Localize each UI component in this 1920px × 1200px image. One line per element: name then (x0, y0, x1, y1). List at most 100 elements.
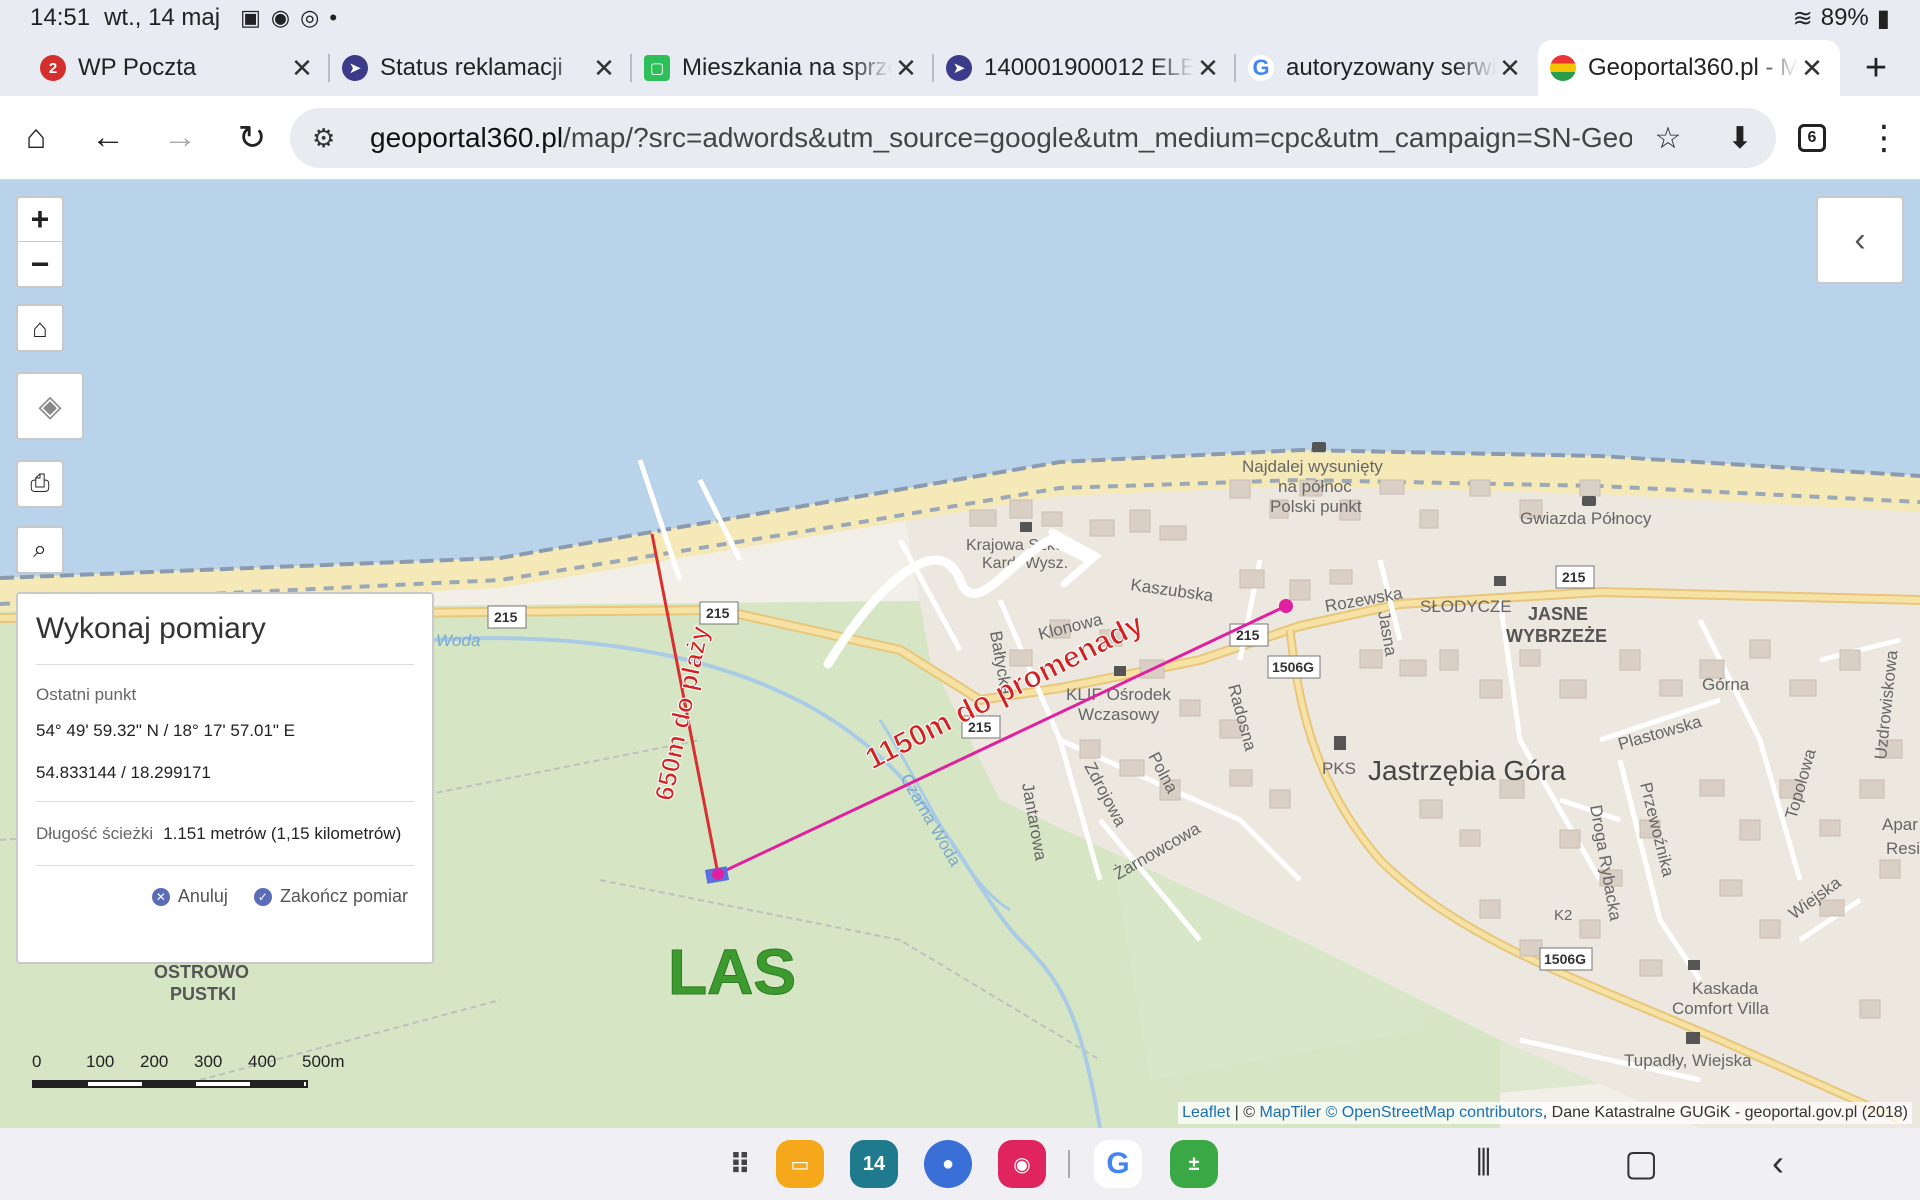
zoom-out-button[interactable]: − (18, 242, 62, 286)
messages-app-icon[interactable]: ● (924, 1140, 972, 1188)
camera-app-icon[interactable]: ◉ (998, 1140, 1046, 1188)
cancel-button[interactable]: ✕ Anuluj (151, 886, 228, 907)
close-icon[interactable]: ✕ (590, 53, 618, 84)
battery-icon: ▮ (1876, 4, 1890, 32)
compass-icon: ➤ (946, 55, 972, 81)
tab-title: autoryzowany serwis (1286, 54, 1496, 81)
osm-link[interactable]: © OpenStreetMap contributors (1326, 1104, 1543, 1121)
zoom-in-button[interactable]: + (18, 198, 62, 242)
map-label: PUSTKI (170, 984, 236, 1004)
url-path: /map/?src=adwords&utm_source=google&utm_… (563, 122, 1632, 153)
tab-title: Geoportal360.pl - Mapa (1588, 54, 1798, 81)
map-label: SŁODYCZE (1420, 597, 1512, 616)
hotel-icon (1114, 666, 1126, 676)
recents-button[interactable]: ⫴ (1476, 1142, 1491, 1185)
close-icon[interactable]: ✕ (1798, 53, 1826, 84)
home-button[interactable]: ⌂ (0, 102, 72, 174)
svg-text:215: 215 (706, 605, 730, 621)
map-label: PKS (1322, 759, 1356, 778)
home-nav-button[interactable]: ▢ (1624, 1142, 1658, 1184)
path-length: Długość ścieżki 1.151 metrów (1,15 kilome… (36, 820, 414, 847)
forward-button[interactable]: → (144, 102, 216, 174)
tab-strip: 2 WP Poczta ✕ ➤ Status reklamacji ✕ ▢ Mi… (0, 36, 1920, 96)
close-icon[interactable]: ✕ (1194, 53, 1222, 84)
layers-button[interactable]: ◈ (16, 372, 84, 440)
wp-mail-icon: 2 (40, 55, 66, 81)
address-bar[interactable]: ⚙ geoportal360.pl/map/?src=adwords&utm_s… (290, 108, 1776, 168)
close-icon[interactable]: ✕ (1496, 53, 1524, 84)
road-badge: 1506G (1539, 947, 1593, 971)
school-icon (1020, 522, 1032, 532)
attribution-sep: | © (1230, 1104, 1260, 1121)
map-attribution: Leaflet | © MapTiler © OpenStreetMap con… (1178, 1102, 1912, 1124)
scale-bar: 0 100 200 300 400 500m (32, 1052, 356, 1088)
camera-icon (1582, 496, 1596, 506)
back-nav-button[interactable]: ‹ (1772, 1142, 1784, 1184)
download-icon[interactable]: ⬇ (1704, 121, 1776, 156)
date: wt., 14 maj (104, 4, 221, 31)
new-tab-button[interactable]: + (1846, 40, 1906, 96)
calculator-app-icon[interactable]: ± (1170, 1140, 1218, 1188)
svg-text:1506G: 1506G (1544, 951, 1586, 967)
attribution-text: , Dane Katastralne GUGiK - geoportal.gov… (1542, 1104, 1908, 1121)
google-app-icon[interactable]: G (1094, 1140, 1142, 1188)
bus-stop-icon (1334, 736, 1346, 750)
status-bar: 14:51 wt., 14 maj ▣ ◉ ◎ • ≋ 89% ▮ (0, 0, 1920, 36)
divider (36, 865, 414, 866)
sidebar-toggle-button[interactable]: ‹ (1816, 196, 1904, 284)
map-label: Gwiazda Północy (1520, 509, 1652, 528)
leaflet-link[interactable]: Leaflet (1182, 1104, 1230, 1121)
path-length-label: Długość ścieżki (36, 824, 154, 843)
menu-button[interactable]: ⋮ (1848, 102, 1920, 174)
map-label: Comfort Villa (1672, 999, 1770, 1018)
tab-title: Mieszkania na sprzedaż (682, 54, 892, 81)
last-point-dms: 54° 49' 59.32" N / 18° 17' 57.01" E (36, 721, 296, 740)
search-button[interactable]: ⌕ (16, 526, 64, 574)
tab-status-reklamacji[interactable]: ➤ Status reklamacji ✕ (330, 40, 632, 96)
map-label: JASNE (1528, 604, 1588, 624)
google-icon: G (1248, 55, 1274, 81)
more-dot-icon: • (329, 5, 338, 30)
layers-icon: ◈ (38, 389, 62, 423)
map-label: Resi (1886, 839, 1920, 858)
url-text[interactable]: geoportal360.pl/map/?src=adwords&utm_sou… (370, 122, 1632, 154)
tab-mieszkania[interactable]: ▢ Mieszkania na sprzedaż ✕ (632, 40, 934, 96)
svg-text:215: 215 (1562, 569, 1586, 585)
tab-wp-poczta[interactable]: 2 WP Poczta ✕ (28, 40, 330, 96)
tab-geoportal[interactable]: Geoportal360.pl - Mapa ✕ (1538, 40, 1840, 96)
map-label: Wczasowy (1078, 705, 1160, 724)
finish-measure-button[interactable]: ✓ Zakończ pomiar (253, 886, 408, 907)
tab-elektro[interactable]: ➤ 140001900012 ELEKTRO ✕ (934, 40, 1236, 96)
app-drawer-icon[interactable]: ⠿ (716, 1140, 764, 1188)
print-button[interactable]: ⎙ (16, 460, 64, 508)
scale-label: 100 (86, 1052, 115, 1071)
files-app-icon[interactable]: ▭ (776, 1140, 824, 1188)
home-map-button[interactable]: ⌂ (16, 304, 64, 352)
bookmark-star-icon[interactable]: ☆ (1632, 121, 1704, 156)
url-host: geoportal360.pl (370, 122, 564, 153)
tab-autoryzowany-serwis[interactable]: G autoryzowany serwis ✕ (1236, 40, 1538, 96)
tab-count: 6 (1798, 123, 1826, 152)
home-icon: ⌂ (32, 312, 48, 343)
back-button[interactable]: ← (72, 102, 144, 174)
close-icon[interactable]: ✕ (892, 53, 920, 84)
road-badge: 215 (699, 601, 739, 625)
measure-point-end (1279, 599, 1293, 613)
calendar-app-icon[interactable]: 14 (850, 1140, 898, 1188)
calendar-day: 14 (862, 1152, 886, 1175)
camera-icon (1312, 442, 1326, 452)
dock-separator (1068, 1150, 1070, 1178)
tab-switcher-button[interactable]: 6 (1776, 102, 1848, 174)
close-circle-icon: ✕ (151, 887, 170, 906)
bus-stop-icon (1686, 1032, 1700, 1044)
site-settings-icon[interactable]: ⚙ (312, 123, 356, 154)
check-circle-icon: ✓ (253, 887, 272, 906)
maptiler-link[interactable]: MapTiler (1259, 1104, 1321, 1121)
last-point-decimal: 54.833144 / 18.299171 (36, 763, 211, 782)
hotel-icon (1688, 960, 1700, 970)
reload-button[interactable]: ↻ (216, 102, 288, 174)
map-label: Tupadły, Wiejska (1624, 1051, 1752, 1070)
map-label: Polski punkt (1270, 497, 1362, 516)
close-icon[interactable]: ✕ (288, 53, 316, 84)
map-view[interactable]: 215 215 215 215 215 1506G 1506G Najdalej… (0, 180, 1920, 1128)
